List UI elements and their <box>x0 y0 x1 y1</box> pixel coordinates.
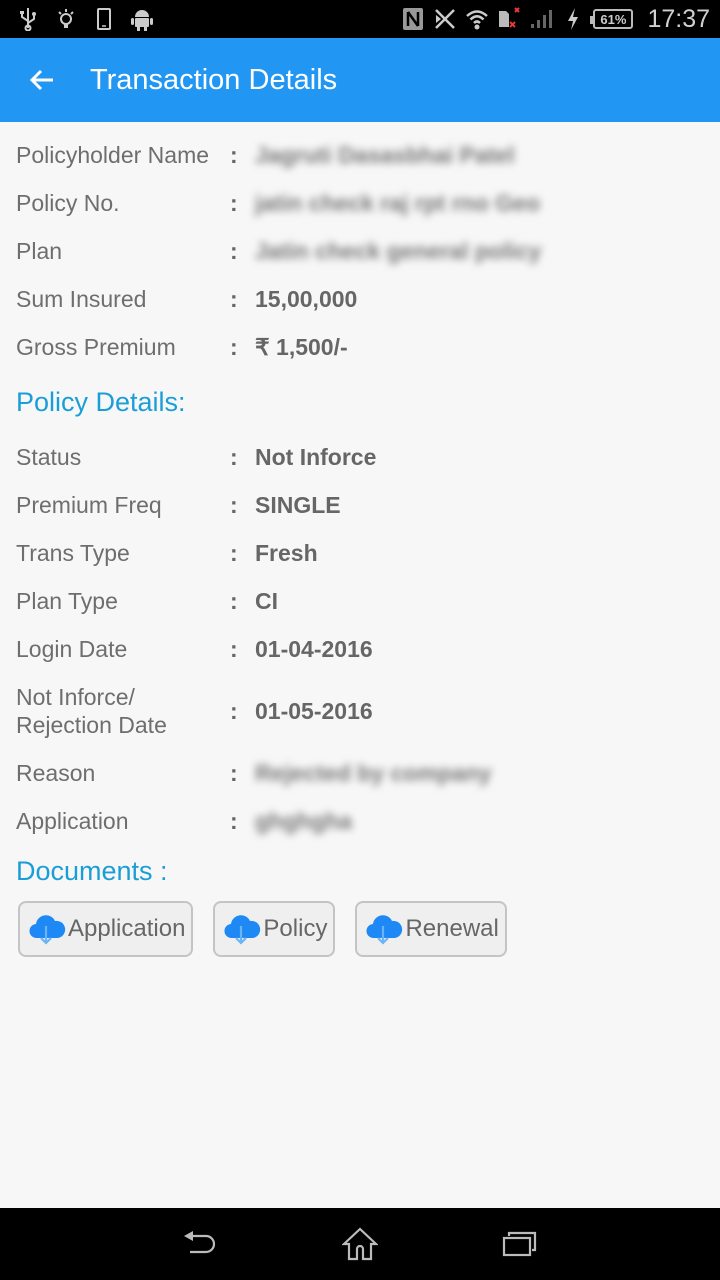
detail-label: Premium Freq <box>16 492 162 518</box>
detail-row-plan-type: Plan Type : CI <box>16 577 720 625</box>
separator: : <box>230 697 238 724</box>
detail-label: Policyholder Name <box>16 142 210 168</box>
cloud-download-icon <box>224 915 261 945</box>
nfc-icon <box>401 7 425 31</box>
separator: : <box>230 635 238 662</box>
detail-label: Login Date <box>16 636 128 662</box>
arrow-left-icon <box>29 69 53 91</box>
detail-row-rejection-date: Not Inforce/ Rejection Date : 01-05-2016 <box>16 673 720 749</box>
usb-icon <box>16 7 40 31</box>
detail-value: 01-04-2016 <box>255 635 373 662</box>
separator: : <box>230 237 238 264</box>
detail-value: Fresh <box>255 539 318 566</box>
detail-row-status: Status : Not Inforce <box>16 433 720 481</box>
detail-row-gross-premium: Gross Premium : ₹ 1,500/- <box>16 323 720 371</box>
detail-row-policyholder-name: Policyholder Name : Jagruti Dasasbhai Pa… <box>16 131 720 179</box>
battery-indicator: 61% <box>590 9 634 29</box>
clock: 17:37 <box>647 4 710 33</box>
detail-value-redacted: Jatin check general policy <box>255 237 542 264</box>
detail-row-login-date: Login Date : 01-04-2016 <box>16 625 720 673</box>
detail-label: Reason <box>16 760 96 786</box>
separator: : <box>230 539 238 566</box>
sim-error-icon <box>497 7 521 31</box>
detail-value: 15,00,000 <box>255 285 358 312</box>
detail-row-trans-type: Trans Type : Fresh <box>16 529 720 577</box>
separator: : <box>230 587 238 614</box>
download-renewal-button[interactable]: Renewal <box>355 901 507 957</box>
signal-icon <box>529 7 553 31</box>
detail-value-redacted: ghghgha <box>255 807 353 834</box>
wifi-icon <box>465 7 489 31</box>
detail-value-redacted: Rejected by company <box>255 759 492 786</box>
nav-recents-button[interactable] <box>490 1214 550 1274</box>
back-button[interactable] <box>0 38 84 122</box>
button-label: Policy <box>263 915 328 942</box>
detail-value: SINGLE <box>255 491 341 518</box>
bluetooth-off-icon <box>433 7 457 31</box>
policy-details-heading: Policy Details: <box>16 386 186 417</box>
detail-row-plan: Plan : Jatin check general policy <box>16 227 720 275</box>
recents-icon <box>502 1231 537 1257</box>
detail-row-premium-freq: Premium Freq : SINGLE <box>16 481 720 529</box>
detail-value: Not Inforce <box>255 443 377 470</box>
detail-label: Status <box>16 444 82 470</box>
detail-row-application: Application : ghghgha <box>16 797 720 845</box>
separator: : <box>230 759 238 786</box>
detail-label: Trans Type <box>16 540 130 566</box>
lightbulb-icon <box>54 7 78 31</box>
status-bar: 61% 17:37 <box>0 0 720 38</box>
phone-icon <box>92 7 116 31</box>
nav-back-button[interactable] <box>170 1214 230 1274</box>
separator: : <box>230 807 238 834</box>
detail-label: Gross Premium <box>16 334 176 360</box>
detail-value: CI <box>255 587 278 614</box>
page-title: Transaction Details <box>90 63 338 96</box>
charging-icon <box>561 7 585 31</box>
navigation-bar <box>0 1208 720 1280</box>
cloud-download-icon <box>366 915 403 945</box>
detail-row-reason: Reason : Rejected by company <box>16 749 720 797</box>
detail-label: Plan Type <box>16 588 118 614</box>
separator: : <box>230 189 238 216</box>
detail-label: Not Inforce/ Rejection Date <box>16 684 167 738</box>
button-label: Renewal <box>405 915 499 942</box>
nav-home-button[interactable] <box>330 1214 390 1274</box>
detail-value-redacted: Jagruti Dasasbhai Patel <box>255 141 515 168</box>
separator: : <box>230 333 238 360</box>
separator: : <box>230 443 238 470</box>
transaction-details-content: Policyholder Name : Jagruti Dasasbhai Pa… <box>0 122 720 957</box>
separator: : <box>230 285 238 312</box>
detail-label: Plan <box>16 238 63 264</box>
download-policy-button[interactable]: Policy <box>213 901 336 957</box>
detail-label: Sum Insured <box>16 286 147 312</box>
document-buttons: Application Policy Renewal <box>16 901 720 957</box>
cloud-download-icon <box>29 915 66 945</box>
button-label: Application <box>68 915 186 942</box>
detail-row-sum-insured: Sum Insured : 15,00,000 <box>16 275 720 323</box>
detail-value: ₹ 1,500/- <box>255 333 348 360</box>
detail-value: 01-05-2016 <box>255 697 373 724</box>
documents-heading: Documents : <box>16 855 168 886</box>
app-bar: Transaction Details <box>0 38 720 122</box>
separator: : <box>230 141 238 168</box>
back-icon <box>184 1231 216 1254</box>
separator: : <box>230 491 238 518</box>
detail-label: Application <box>16 808 129 834</box>
download-application-button[interactable]: Application <box>18 901 194 957</box>
home-icon <box>342 1227 378 1261</box>
detail-row-policy-no: Policy No. : jatin check raj rpt rno Geo <box>16 179 720 227</box>
detail-label: Policy No. <box>16 190 120 216</box>
detail-value-redacted: jatin check raj rpt rno Geo <box>255 189 541 216</box>
android-icon <box>130 7 154 31</box>
